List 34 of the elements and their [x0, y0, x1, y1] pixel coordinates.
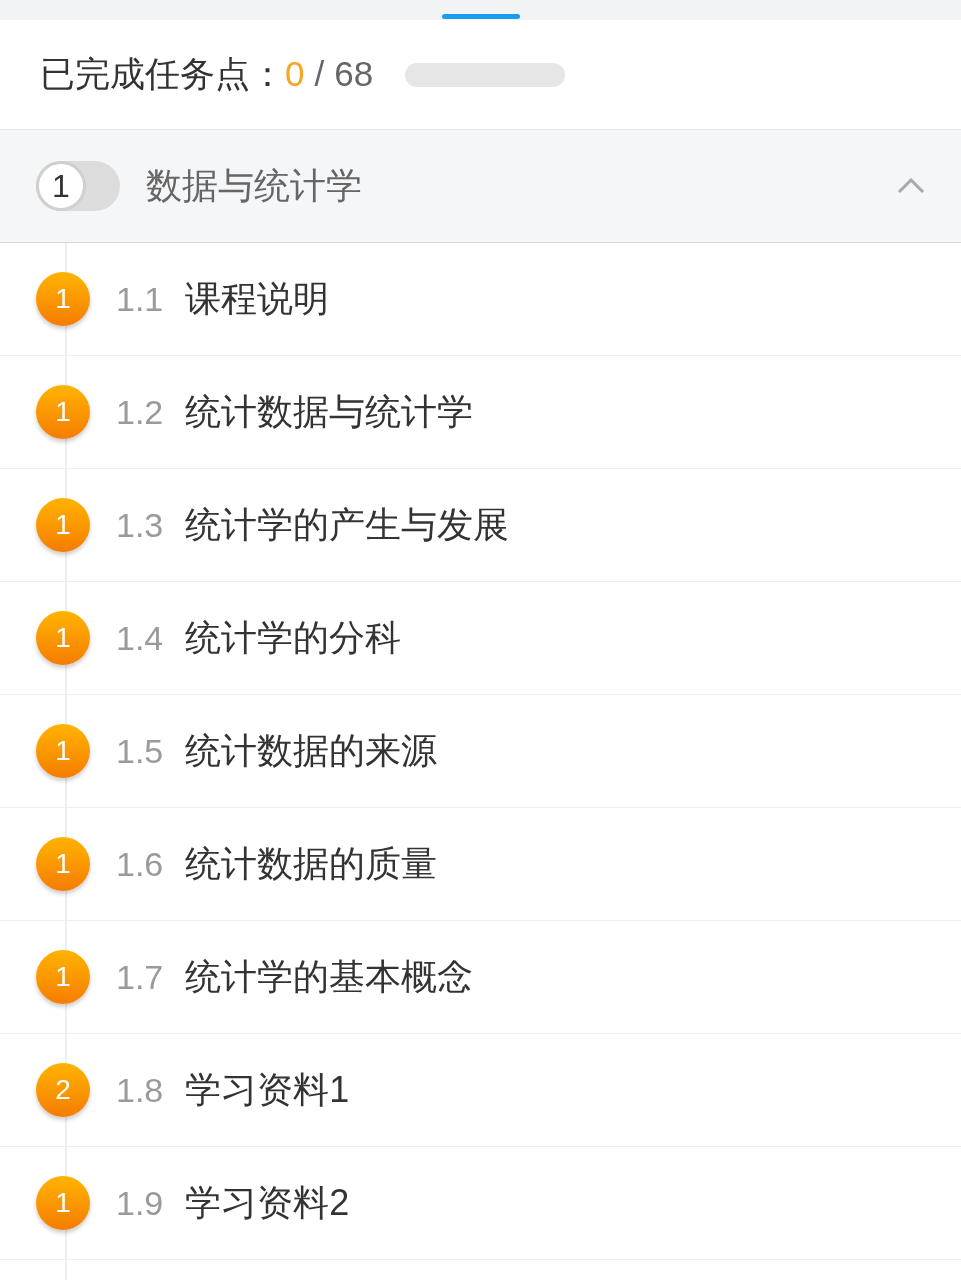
section-number: 1.6 — [116, 843, 164, 885]
section-title[interactable]: 统计学的产生与发展 — [185, 498, 510, 552]
section-title[interactable]: 统计数据的来源 — [185, 724, 438, 778]
total-count: 68 — [334, 53, 374, 96]
separator: / — [314, 53, 325, 96]
section-badge: 1 — [36, 837, 90, 891]
section-number: 1.9 — [116, 1182, 164, 1224]
done-count: 0 — [285, 53, 305, 96]
section-title[interactable]: 统计数据与统计学 — [185, 385, 474, 439]
section-title[interactable]: 学习资料1 — [185, 1063, 350, 1117]
section-number: 1.8 — [116, 1069, 164, 1111]
section-number: 1.4 — [116, 617, 164, 659]
chapter-title: 数据与统计学 — [146, 164, 363, 208]
section-badge: 1 — [36, 272, 90, 326]
section-badge: 1 — [36, 498, 90, 552]
section-number: 1.3 — [116, 504, 164, 546]
section-number: 1.1 — [116, 278, 164, 320]
section-badge: 1 — [36, 385, 90, 439]
chapter-number: 1 — [36, 161, 86, 211]
section-title[interactable]: 统计学的分科 — [185, 611, 402, 665]
section-badge: 1 — [36, 950, 90, 1004]
section-number: 1.7 — [116, 956, 164, 998]
section-title[interactable]: 统计数据的质量 — [185, 837, 438, 891]
progress-label: 已完成任务点： — [40, 53, 285, 96]
section-badge: 1 — [36, 611, 90, 665]
section-badge: 1 — [36, 724, 90, 778]
chapter-header[interactable]: 1 数据与统计学 — [0, 130, 961, 243]
section-title[interactable]: 课程说明 — [185, 272, 330, 326]
section-badge: 2 — [36, 1063, 90, 1117]
section-number: 1.5 — [116, 730, 164, 772]
section-title[interactable]: 学习资料2 — [185, 1176, 350, 1230]
section-number: 1.2 — [116, 391, 164, 433]
section-badge: 1 — [36, 1176, 90, 1230]
section-title[interactable]: 统计学的基本概念 — [185, 950, 474, 1004]
